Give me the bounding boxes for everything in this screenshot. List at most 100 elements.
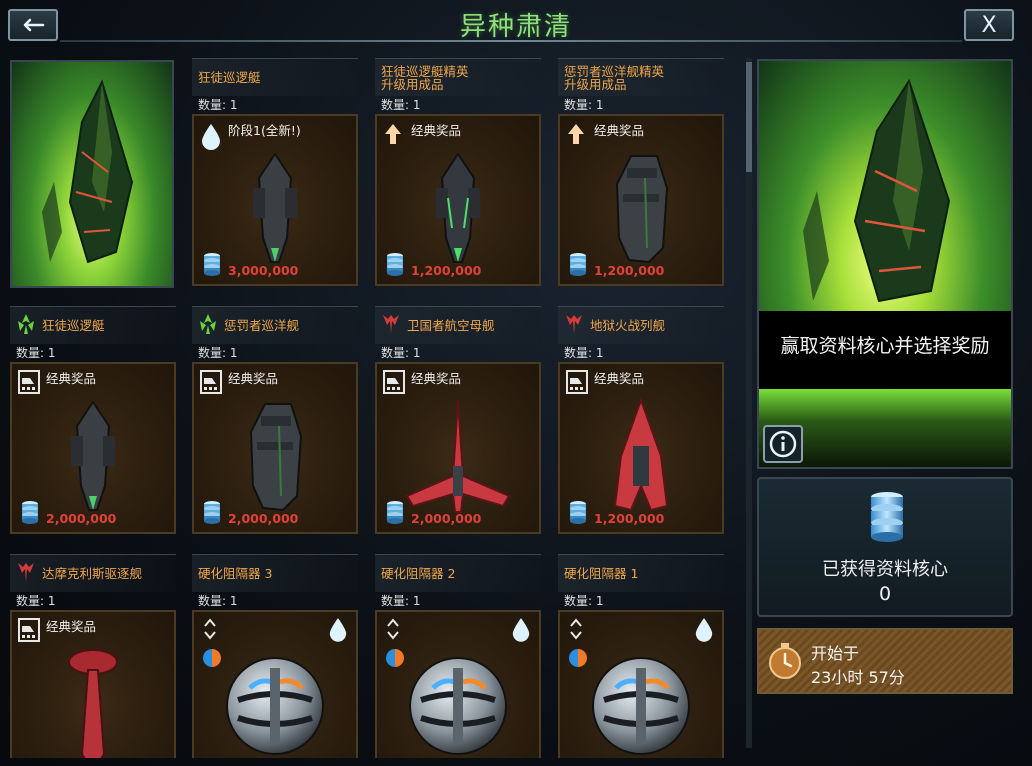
module-sphere-image — [220, 648, 330, 758]
event-promo-panel: 赢取资料核心并选择奖励 — [757, 59, 1013, 469]
reward-card-header: 惩罚者巡洋舰精英 升级用成品 — [558, 58, 724, 96]
ship-image — [58, 644, 128, 758]
blueprint-icon — [566, 370, 588, 398]
reward-card-header: 狂徒巡逻艇 — [192, 58, 358, 96]
timer-value: 23小时 57分 — [811, 668, 905, 687]
reward-card-body[interactable]: 经典奖品 2,000,000 — [10, 362, 176, 534]
ship-image — [418, 148, 498, 272]
blueprint-icon — [383, 370, 405, 398]
data-core-icon — [202, 500, 222, 528]
reward-card[interactable]: 惩罚者巡洋舰 数量: 1 经典奖品 2,000,000 — [192, 306, 358, 534]
reward-card[interactable]: 硬化阻隔器 2 数量: 1 — [375, 554, 541, 758]
data-core-icon — [20, 500, 40, 528]
reward-card[interactable]: 狂徒巡逻艇精英 升级用成品数量: 1 经典奖品 1,200,000 — [375, 58, 541, 286]
reward-card-title: 达摩克利斯驱逐舰 — [42, 566, 143, 581]
reward-card-header: 硬化阻隔器 1 — [558, 554, 724, 592]
ship-image — [235, 396, 315, 520]
data-core-icon — [385, 500, 405, 528]
reward-tier-label: 经典奖品 — [594, 123, 645, 138]
reward-cost: 2,000,000 — [228, 511, 299, 526]
reward-card[interactable]: 地狱火战列舰 数量: 1 经典奖品 1,200,000 — [558, 306, 724, 534]
reward-quantity: 数量: 1 — [198, 98, 238, 112]
reward-card-body[interactable] — [192, 610, 358, 758]
data-core-icon — [202, 252, 222, 280]
data-core-icon — [385, 252, 405, 280]
reward-card[interactable]: 卫国者航空母舰数量: 1 经典奖品 2,000,000 — [375, 306, 541, 534]
faction-green-icon — [16, 313, 36, 339]
promo-description: 赢取资料核心并选择奖励 — [780, 335, 990, 357]
reward-card[interactable]: 硬化阻隔器 1 数量: 1 — [558, 554, 724, 758]
ship-image — [403, 396, 513, 520]
faction-red-icon — [16, 561, 36, 587]
reward-card-title: 硬化阻隔器 3 — [198, 566, 273, 581]
reward-card-header: 卫国者航空母舰 — [375, 306, 541, 344]
reward-card-body[interactable]: 经典奖品 1,200,000 — [558, 362, 724, 534]
reward-tier-label: 阶段1(全新!) — [228, 123, 301, 138]
module-sphere-image — [403, 648, 513, 758]
drop-icon — [200, 122, 222, 154]
reward-quantity: 数量: 1 — [381, 594, 421, 608]
reward-card[interactable]: 硬化阻隔器 3 数量: 1 — [192, 554, 358, 758]
reward-card-title: 狂徒巡逻艇精英 升级用成品 — [381, 63, 469, 92]
reward-card[interactable]: 达摩克利斯驱逐舰数量: 1 经典奖品 — [10, 554, 176, 758]
alien-ship-illustration — [42, 79, 134, 264]
reward-cost: 1,200,000 — [411, 263, 482, 278]
reward-card-title: 硬化阻隔器 2 — [381, 566, 456, 581]
reward-card-body[interactable] — [375, 610, 541, 758]
stopwatch-icon — [769, 643, 801, 679]
alien-ship-illustration — [803, 78, 951, 303]
header: 异种肃清 X — [0, 0, 1032, 48]
grid-scrollbar[interactable] — [746, 58, 752, 748]
reward-cost: 2,000,000 — [411, 511, 482, 526]
reward-card-header: 硬化阻隔器 3 — [192, 554, 358, 592]
data-core-icon — [871, 492, 903, 542]
blueprint-icon — [200, 370, 222, 398]
module-sphere-image — [586, 648, 696, 758]
scrollbar-thumb[interactable] — [746, 62, 752, 172]
reward-quantity: 数量: 1 — [198, 594, 238, 608]
info-button[interactable] — [763, 425, 803, 463]
reward-card-body[interactable] — [558, 610, 724, 758]
close-button[interactable]: X — [964, 9, 1014, 41]
ship-image — [601, 396, 681, 520]
faction-red-icon — [381, 313, 401, 339]
reward-cost: 1,200,000 — [594, 263, 665, 278]
reward-quantity: 数量: 1 — [381, 98, 421, 112]
reward-card-body[interactable]: 阶段1(全新!) 3,000,000 — [192, 114, 358, 286]
reward-quantity: 数量: 1 — [564, 98, 604, 112]
reward-grid[interactable]: 狂徒巡逻艇 数量: 1 阶段1(全新!) 3,000,000 狂徒巡逻艇精英 升级用成品… — [8, 58, 738, 758]
reward-card-body[interactable]: 经典奖品 1,200,000 — [558, 114, 724, 286]
reward-tier-label: 经典奖品 — [411, 371, 462, 386]
reward-card-header: 地狱火战列舰 — [558, 306, 724, 344]
faction-red-icon — [564, 313, 584, 339]
close-icon: X — [981, 12, 997, 38]
reward-card-body[interactable]: 经典奖品 2,000,000 — [375, 362, 541, 534]
reward-card-title: 地狱火战列舰 — [590, 318, 666, 333]
reward-card-body[interactable]: 经典奖品 2,000,000 — [192, 362, 358, 534]
reward-card-title: 硬化阻隔器 1 — [564, 566, 639, 581]
reward-tier-label: 经典奖品 — [411, 123, 462, 138]
info-icon — [769, 430, 797, 458]
reward-card-header: 达摩克利斯驱逐舰 — [10, 554, 176, 592]
reward-card-body[interactable]: 经典奖品 1,200,000 — [375, 114, 541, 286]
faction-green-icon — [198, 313, 218, 339]
reward-card[interactable]: 惩罚者巡洋舰精英 升级用成品数量: 1 经典奖品 1,200,000 — [558, 58, 724, 286]
data-core-icon — [568, 252, 588, 280]
ship-image — [601, 148, 681, 272]
reward-card[interactable]: 狂徒巡逻艇数量: 1 阶段1(全新!) 3,000,000 — [192, 58, 358, 286]
reward-card-body[interactable]: 经典奖品 — [10, 610, 176, 758]
reward-card-title: 狂徒巡逻艇 — [198, 70, 261, 85]
data-core-label: 已获得资料核心 — [822, 559, 948, 580]
hero-ship-art — [10, 60, 174, 288]
reward-card-title: 惩罚者巡洋舰 — [224, 318, 300, 333]
reward-cost: 2,000,000 — [46, 511, 117, 526]
event-timer: 开始于 23小时 57分 — [757, 628, 1013, 694]
reward-card[interactable]: 狂徒巡逻艇 数量: 1 经典奖品 2,000,000 — [10, 306, 176, 534]
reward-tier-label: 经典奖品 — [594, 371, 645, 386]
reward-quantity: 数量: 1 — [16, 594, 56, 608]
data-core-panel: 已获得资料核心 0 — [757, 477, 1013, 617]
reward-card-header: 狂徒巡逻艇 — [10, 306, 176, 344]
reward-cost: 3,000,000 — [228, 263, 299, 278]
reward-card-header: 硬化阻隔器 2 — [375, 554, 541, 592]
reward-quantity: 数量: 1 — [381, 346, 421, 360]
